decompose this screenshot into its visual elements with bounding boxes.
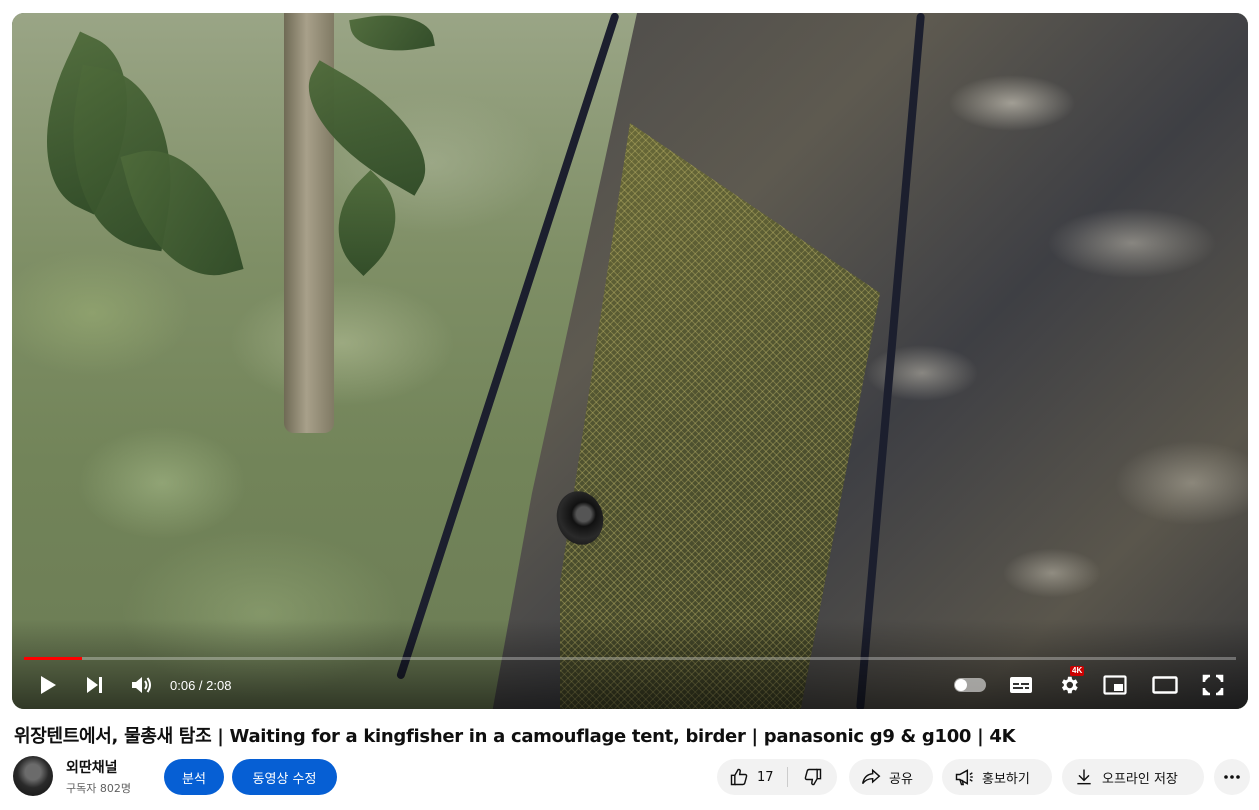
share-label: 공유 [889, 771, 913, 787]
autoplay-toggle-icon [954, 678, 986, 692]
promote-button[interactable]: 홍보하기 [942, 759, 1052, 795]
more-button[interactable] [1214, 759, 1250, 795]
download-button[interactable]: 오프라인 저장 [1062, 759, 1204, 795]
toggle-knob [955, 679, 967, 691]
megaphone-icon [955, 769, 973, 786]
fullscreen-button[interactable] [1198, 669, 1228, 701]
theater-icon [1152, 676, 1178, 694]
thumbs-down-icon [804, 768, 821, 786]
more-icon [1224, 775, 1240, 779]
progress-played [24, 657, 83, 660]
subtitles-button[interactable] [1006, 669, 1036, 701]
video-player[interactable]: 0:06 / 2:08 4K [12, 13, 1248, 709]
channel-row: 외딴채널 구독자 802명 분석 동영상 수정 17 공유 홍보하기 오프라인 … [12, 755, 1252, 799]
gear-icon [1061, 676, 1078, 694]
download-label: 오프라인 저장 [1102, 771, 1178, 787]
quality-badge: 4K [1070, 666, 1085, 676]
edit-video-button[interactable]: 동영상 수정 [232, 759, 337, 795]
like-dislike-group: 17 [717, 759, 837, 795]
subscriber-count: 구독자 802명 [66, 782, 131, 795]
current-time: 0:06 [170, 678, 196, 693]
settings-button[interactable]: 4K [1054, 666, 1085, 701]
play-icon [41, 676, 56, 694]
miniplayer-button[interactable] [1100, 669, 1130, 701]
time-display: 0:06 / 2:08 [170, 678, 231, 693]
autoplay-toggle[interactable] [950, 669, 990, 701]
play-button[interactable] [34, 669, 62, 701]
miniplayer-icon [1103, 675, 1127, 695]
like-count: 17 [757, 769, 774, 785]
like-button[interactable]: 17 [717, 759, 787, 795]
promote-label: 홍보하기 [982, 771, 1030, 787]
next-icon [87, 677, 102, 693]
share-icon [861, 768, 881, 785]
avatar[interactable] [13, 756, 53, 796]
thumbs-up-icon [730, 768, 748, 786]
next-button[interactable] [82, 669, 108, 701]
mute-button[interactable] [128, 669, 156, 701]
download-icon [1077, 769, 1091, 785]
analytics-button[interactable]: 분석 [164, 759, 224, 795]
channel-name[interactable]: 외딴채널 [66, 757, 118, 777]
fullscreen-icon [1202, 674, 1224, 696]
dislike-button[interactable] [788, 759, 837, 795]
volume-icon [132, 677, 151, 693]
video-frame[interactable] [12, 13, 1248, 709]
player-controls: 0:06 / 2:08 4K [12, 666, 1248, 703]
progress-bar[interactable] [24, 657, 1236, 660]
theater-button[interactable] [1150, 669, 1180, 701]
duration: 2:08 [206, 678, 232, 693]
subtitles-icon [1010, 677, 1032, 693]
video-title: 위장텐트에서, 물총새 탐조 | Waiting for a kingfishe… [14, 726, 1016, 747]
time-separator: / [195, 678, 207, 693]
share-button[interactable]: 공유 [849, 759, 933, 795]
